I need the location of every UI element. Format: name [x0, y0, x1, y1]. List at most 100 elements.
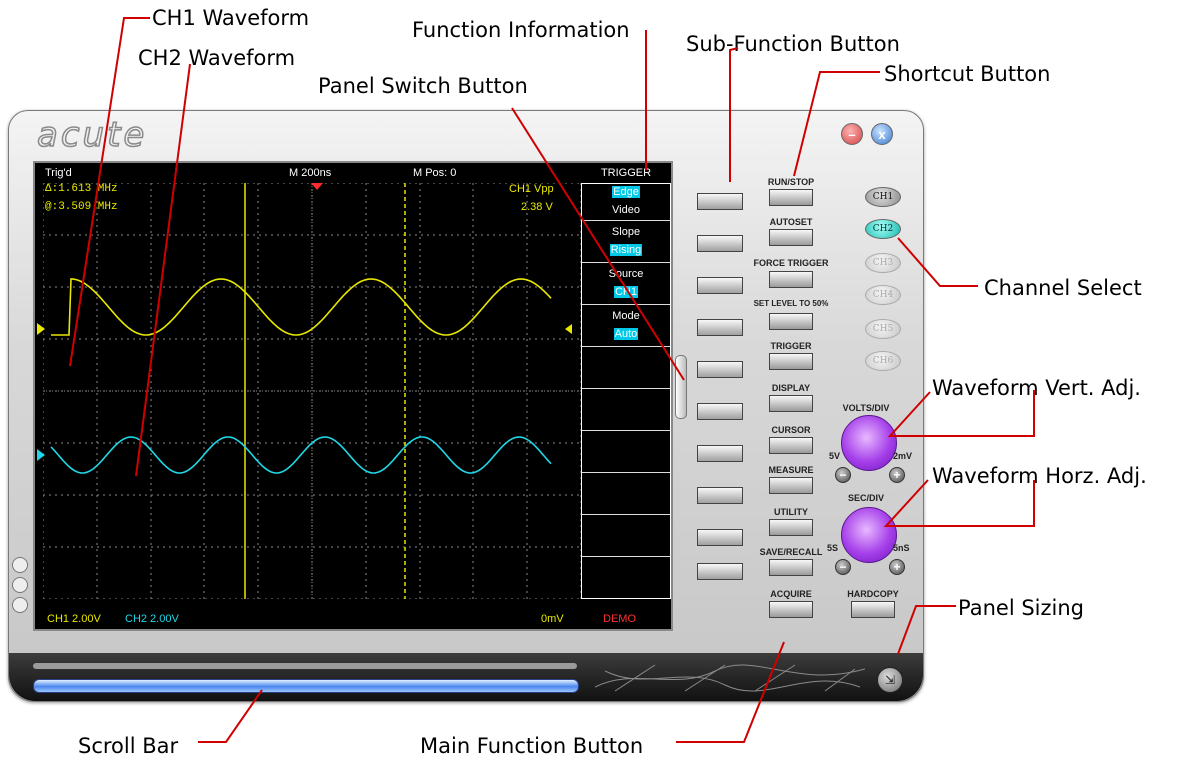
close-icon[interactable]: x: [871, 123, 893, 145]
acute-logo: acute: [36, 114, 148, 156]
channel-button-ch5[interactable]: CH5: [865, 319, 901, 339]
main-position-readout: M Pos: 0: [413, 167, 457, 179]
menu-item-auto[interactable]: Auto: [582, 328, 670, 340]
volts-div-title: VOLTS/DIV: [842, 403, 890, 413]
side-round-button[interactable]: [12, 597, 28, 613]
autoset-label: AUTOSET: [769, 217, 813, 227]
ch2-waveform: [50, 436, 552, 474]
scroll-track[interactable]: [33, 663, 577, 669]
ch1-scale: CH1 2.00V: [47, 613, 101, 625]
volts-div-max: 2mV: [893, 451, 913, 461]
minus-icon[interactable]: −: [835, 467, 851, 483]
acquire-button[interactable]: [769, 601, 813, 618]
autoset-button[interactable]: [769, 229, 813, 246]
trigger-position-marker: [311, 183, 323, 190]
measure-label: MEASURE: [768, 465, 814, 475]
decorative-pattern: [595, 664, 865, 692]
menu-item-edge[interactable]: Edge: [582, 186, 670, 198]
ch2-waveform-callout: CH2 Waveform: [138, 46, 296, 70]
ch2-ground-marker[interactable]: [37, 449, 45, 461]
set-level-button[interactable]: [769, 313, 813, 330]
save-recall-label: SAVE/RECALL: [759, 547, 823, 557]
scope-display: Trig'd M 200ns M Pos: 0 Δ:1.613 MHz @:3.…: [33, 161, 673, 631]
timebase-readout: M 200ns: [289, 167, 332, 179]
force-trigger-label: FORCE TRIGGER: [753, 258, 829, 268]
cursor-button[interactable]: [769, 437, 813, 454]
sub-function-button-6[interactable]: [697, 403, 743, 420]
oscilloscope-window: acute – x Trig'd M 200ns M Pos: 0 Δ:1.61…: [8, 110, 924, 702]
menu-item-video[interactable]: Video: [582, 204, 670, 216]
sec-div-max: 5nS: [893, 543, 910, 553]
sub-function-button-callout: Sub-Function Button: [686, 32, 900, 56]
side-round-button[interactable]: [12, 557, 28, 573]
panel-switch-button-callout: Panel Switch Button: [318, 74, 528, 98]
sec-div-title: SEC/DIV: [847, 493, 884, 503]
offset-readout: 0mV: [541, 613, 564, 625]
hardcopy-label: HARDCOPY: [847, 589, 899, 599]
sec-div-min: 5S: [827, 543, 839, 553]
channel-button-ch4[interactable]: CH4: [865, 285, 901, 305]
force-trigger-button[interactable]: [769, 271, 813, 288]
trigger-button[interactable]: [769, 353, 813, 370]
menu-item-source: Source: [608, 268, 644, 280]
waveform-vert-adj-callout: Waveform Vert. Adj.: [932, 376, 1141, 400]
sub-function-button-3[interactable]: [697, 277, 743, 294]
scroll-bar[interactable]: [33, 679, 579, 693]
ch2-scale: CH2 2.00V: [125, 613, 179, 625]
trigger-status: Trig'd: [45, 167, 72, 179]
channel-button-ch6[interactable]: CH6: [865, 351, 901, 371]
utility-button[interactable]: [769, 519, 813, 536]
waveform-horz-adj-callout: Waveform Horz. Adj.: [932, 464, 1147, 488]
panel-switch-button[interactable]: [675, 355, 687, 419]
set-level-label: SET LEVEL TO 50%: [753, 299, 829, 308]
volts-div-min: 5V: [829, 451, 841, 461]
panel-sizing-callout: Panel Sizing: [958, 596, 1084, 620]
minimize-icon[interactable]: –: [841, 123, 863, 145]
sub-function-button-1[interactable]: [697, 193, 743, 210]
scroll-bar-callout: Scroll Bar: [78, 734, 179, 758]
sub-function-button-4[interactable]: [697, 319, 743, 336]
run-stop-label: RUN/STOP: [767, 177, 815, 187]
demo-label: DEMO: [603, 613, 636, 625]
channel-button-ch3[interactable]: CH3: [865, 253, 901, 273]
acquire-label: ACQUIRE: [770, 589, 812, 599]
resize-icon[interactable]: ⇲: [877, 667, 903, 693]
plus-icon[interactable]: +: [889, 467, 905, 483]
trigger-label: TRIGGER: [770, 341, 812, 351]
sub-function-button-10[interactable]: [697, 563, 743, 580]
channel-button-ch1[interactable]: CH1: [865, 187, 901, 207]
main-function-button-callout: Main Function Button: [420, 734, 644, 758]
function-information-callout: Function Information: [412, 18, 630, 42]
side-round-button[interactable]: [12, 577, 28, 593]
trigger-level-marker[interactable]: [565, 324, 572, 334]
measure-button[interactable]: [769, 477, 813, 494]
utility-label: UTILITY: [774, 507, 808, 517]
sub-function-button-8[interactable]: [697, 487, 743, 504]
channel-select-callout: Channel Select: [984, 276, 1142, 300]
waveform-grid: [43, 183, 581, 599]
menu-item-rising[interactable]: Rising: [582, 244, 670, 256]
menu-item-slope: Slope: [611, 226, 641, 238]
save-recall-button[interactable]: [769, 559, 813, 576]
menu-item-ch1[interactable]: CH1: [582, 286, 670, 298]
hardcopy-button[interactable]: [851, 601, 895, 618]
plus-icon[interactable]: +: [889, 559, 905, 575]
display-label: DISPLAY: [771, 383, 811, 393]
sub-function-button-2[interactable]: [697, 235, 743, 252]
bottom-bar: ⇲: [9, 653, 923, 701]
channel-button-ch2[interactable]: CH2: [865, 219, 901, 239]
volts-div-knob[interactable]: [841, 415, 897, 471]
menu-item-mode: Mode: [612, 310, 640, 322]
function-information-title: TRIGGER: [600, 167, 652, 179]
cursor-label: CURSOR: [771, 425, 811, 435]
display-button[interactable]: [769, 395, 813, 412]
run-stop-button[interactable]: [769, 189, 813, 206]
sub-function-button-5[interactable]: [697, 361, 743, 378]
function-information-menu: Edge Video Slope Rising Source CH1 Mode …: [581, 183, 671, 599]
sub-function-button-7[interactable]: [697, 445, 743, 462]
minus-icon[interactable]: −: [835, 559, 851, 575]
shortcut-button-callout: Shortcut Button: [884, 62, 1051, 86]
sub-function-button-9[interactable]: [697, 529, 743, 546]
sec-div-knob[interactable]: [841, 507, 897, 563]
ch1-ground-marker[interactable]: [37, 323, 45, 335]
